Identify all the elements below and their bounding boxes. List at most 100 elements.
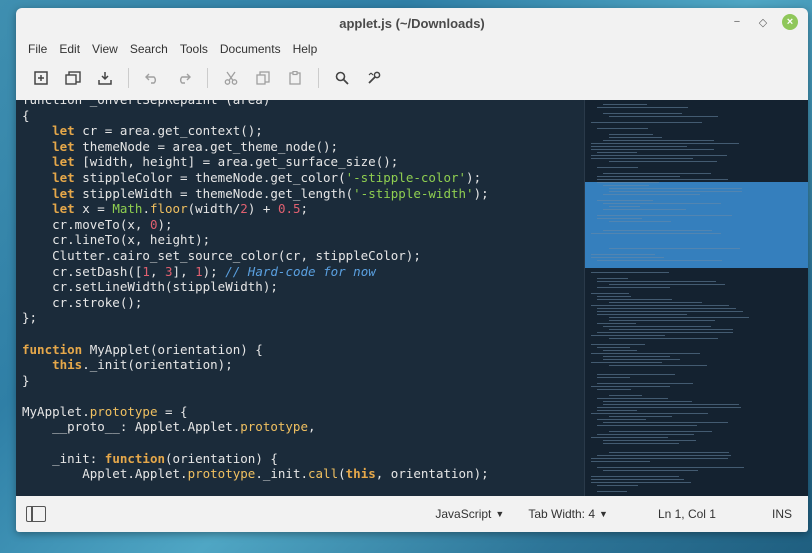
new-document-icon[interactable] [26, 64, 56, 92]
minimize-icon[interactable]: − [730, 15, 744, 29]
code-token: ) + [247, 201, 278, 217]
tools-icon[interactable] [359, 64, 389, 92]
code-token: '-stipple-width' [353, 185, 474, 201]
minimap-line [591, 305, 729, 306]
language-selector[interactable]: JavaScript ▼ [425, 507, 514, 521]
code-line[interactable]: this._init(orientation); [22, 357, 584, 373]
maximize-icon[interactable]: ◇ [756, 15, 770, 29]
code-line[interactable] [22, 435, 584, 451]
insert-mode[interactable]: INS [762, 507, 802, 521]
minimap-line [603, 404, 740, 405]
code-token: this [52, 357, 83, 373]
menu-file[interactable]: File [22, 42, 53, 56]
code-editor[interactable]: function _onVertSepRepaint (area){ let c… [16, 100, 808, 496]
menu-documents[interactable]: Documents [214, 42, 287, 56]
insert-mode-label: INS [771, 507, 792, 521]
minimap-line [597, 347, 630, 348]
code-line[interactable]: let stippleColor = themeNode.get_color('… [22, 170, 584, 186]
code-token: let [52, 185, 75, 201]
code-line[interactable]: cr.moveTo(x, 0); [22, 217, 584, 233]
code-line[interactable]: function MyApplet(orientation) { [22, 342, 584, 358]
toolbar-separator [128, 68, 129, 88]
code-token: let [52, 169, 75, 185]
code-token: [width, height] = area.get_surface_size(… [74, 154, 399, 170]
code-line[interactable]: _init: function(orientation) { [22, 451, 584, 467]
editor-window: applet.js (~/Downloads) − ◇ × File Edit … [16, 8, 808, 532]
code-line[interactable]: Applet.Applet.prototype._init.call(this,… [22, 466, 584, 482]
code-line[interactable] [22, 388, 584, 404]
minimap-line [603, 209, 686, 210]
code-line[interactable]: MyApplet.prototype = { [22, 404, 584, 420]
minimap-line [591, 254, 655, 255]
code-line[interactable]: let [width, height] = area.get_surface_s… [22, 154, 584, 170]
minimap-line [597, 260, 722, 261]
minimap-line [609, 248, 741, 249]
code-line[interactable]: let stippleWidth = themeNode.get_length(… [22, 186, 584, 202]
menu-help[interactable]: Help [287, 42, 324, 56]
code-token: , orientation); [375, 466, 489, 482]
titlebar[interactable]: applet.js (~/Downloads) − ◇ × [16, 8, 808, 38]
cut-icon[interactable] [216, 64, 246, 92]
code-token: __proto__: Applet.Applet. [22, 419, 241, 435]
minimap-line [597, 455, 731, 456]
redo-icon[interactable] [169, 64, 199, 92]
minimap-line [603, 230, 713, 231]
code-token: ._init. [255, 466, 308, 482]
code-line[interactable]: cr.stroke(); [22, 295, 584, 311]
open-icon[interactable] [58, 64, 88, 92]
minimap-line [597, 374, 676, 375]
code-line[interactable] [22, 326, 584, 342]
code-token: stippleWidth = themeNode.get_length( [74, 185, 354, 201]
tab-width-selector[interactable]: Tab Width: 4 ▼ [518, 507, 618, 521]
undo-icon[interactable] [137, 64, 167, 92]
menu-tools[interactable]: Tools [174, 42, 214, 56]
code-line[interactable]: cr.setDash([1, 3], 1); // Hard-code for … [22, 264, 584, 280]
code-line[interactable]: __proto__: Applet.Applet.prototype, [22, 419, 584, 435]
minimap-line [609, 284, 726, 285]
minimap[interactable] [584, 100, 808, 496]
save-icon[interactable] [90, 64, 120, 92]
close-icon[interactable]: × [782, 14, 798, 30]
code-line[interactable]: Clutter.cairo_set_source_color(cr, stipp… [22, 248, 584, 264]
code-token: // Hard-code for now [225, 263, 376, 279]
code-token: ); [473, 185, 489, 201]
code-line[interactable]: let x = Math.floor(width/2) + 0.5; [22, 201, 584, 217]
minimap-line [597, 314, 687, 315]
minimap-line [597, 485, 639, 486]
minimap-line [591, 476, 679, 477]
code-line[interactable]: { [22, 108, 584, 124]
minimap-line [591, 158, 694, 159]
minimap-line [609, 416, 673, 417]
copy-icon[interactable] [248, 64, 278, 92]
minimap-line [609, 161, 718, 162]
code-token: '-stipple-color' [345, 169, 467, 185]
menu-view[interactable]: View [86, 42, 124, 56]
code-token: ); [157, 216, 173, 232]
code-line[interactable]: function _onVertSepRepaint (area) [22, 100, 584, 108]
code-area[interactable]: function _onVertSepRepaint (area){ let c… [22, 100, 584, 482]
minimap-line [603, 440, 697, 441]
minimap-line [597, 425, 698, 426]
menu-edit[interactable]: Edit [53, 42, 86, 56]
code-token: cr = area.get_context(); [74, 123, 263, 139]
code-line[interactable]: let themeNode = area.get_theme_node(); [22, 139, 584, 155]
code-token: } [22, 372, 30, 388]
minimap-line [597, 419, 647, 420]
code-line[interactable]: }; [22, 310, 584, 326]
paste-icon[interactable] [280, 64, 310, 92]
minimap-line [597, 311, 744, 312]
code-line[interactable]: } [22, 373, 584, 389]
minimap-line [597, 167, 638, 168]
menu-search[interactable]: Search [124, 42, 174, 56]
minimap-line [597, 152, 637, 153]
code-line[interactable]: cr.setLineWidth(stippleWidth); [22, 279, 584, 295]
search-icon[interactable] [327, 64, 357, 92]
minimap-line [591, 155, 728, 156]
side-panel-toggle-icon[interactable] [26, 506, 46, 522]
minimap-line [597, 182, 659, 183]
dropdown-caret-icon: ▼ [599, 509, 608, 519]
code-line[interactable]: cr.lineTo(x, height); [22, 232, 584, 248]
code-token: 0.5 [277, 201, 301, 217]
code-line[interactable]: let cr = area.get_context(); [22, 123, 584, 139]
